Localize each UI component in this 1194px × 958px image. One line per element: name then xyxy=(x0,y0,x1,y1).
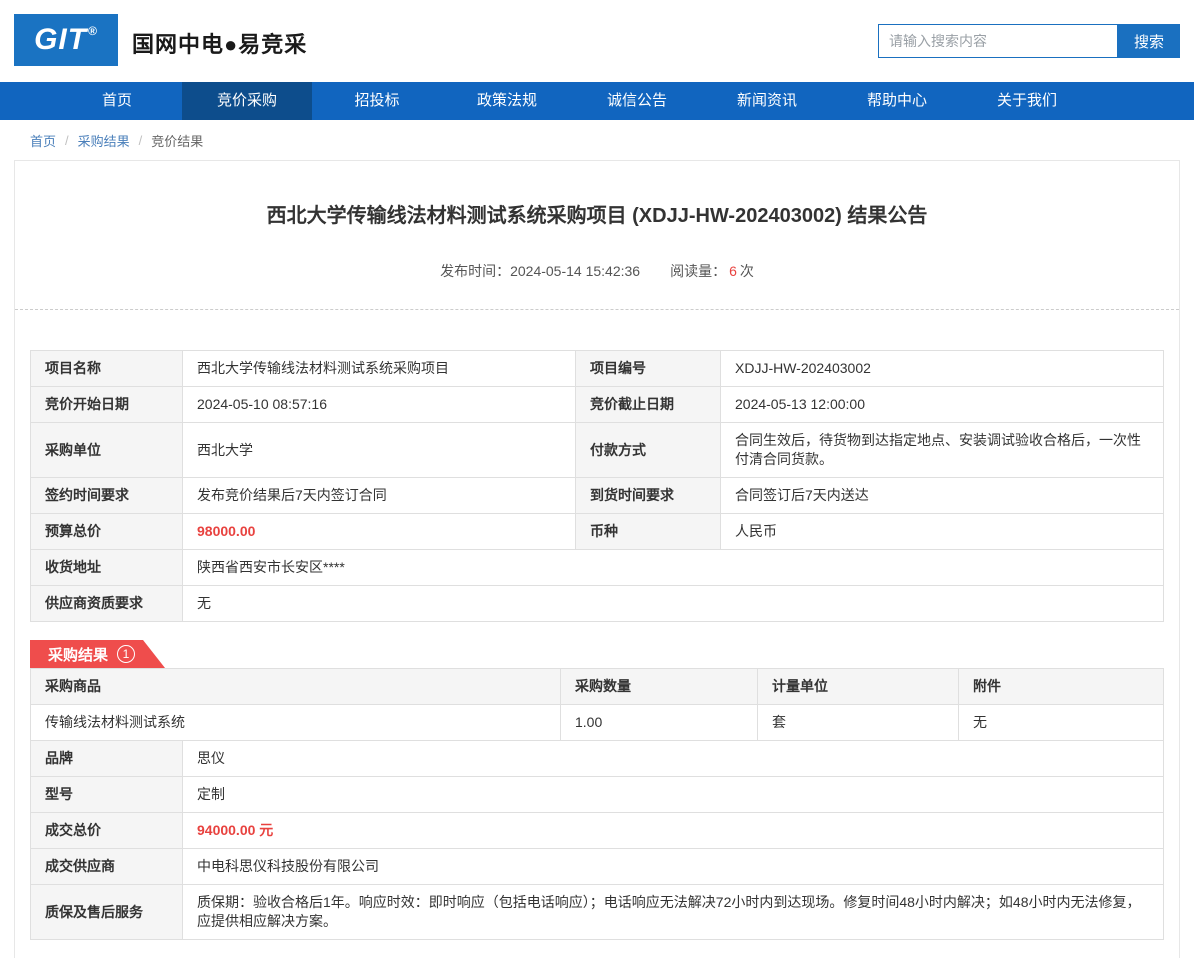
table-row: 竞价开始日期 2024-05-10 08:57:16 竞价截止日期 2024-0… xyxy=(30,386,1164,423)
project-name-value: 西北大学传输线法材料测试系统采购项目 xyxy=(182,350,576,387)
model-value: 定制 xyxy=(182,776,1164,813)
currency-label: 币种 xyxy=(575,513,721,550)
search-bar: 搜索 xyxy=(878,24,1180,58)
site-header: GIT® 国网中电●易竞采 搜索 xyxy=(0,0,1194,82)
supplier-qualification-value: 无 xyxy=(182,585,1164,622)
payment-method-label: 付款方式 xyxy=(575,422,721,478)
table-row: 品牌 思仪 xyxy=(30,740,1164,777)
search-input[interactable] xyxy=(878,24,1118,58)
warranty-label: 质保及售后服务 xyxy=(30,884,183,940)
nav-item-tender[interactable]: 招投标 xyxy=(312,82,442,120)
nav-item-integrity-notice[interactable]: 诚信公告 xyxy=(572,82,702,120)
warranty-value: 质保期：验收合格后1年。响应时效：即时响应（包括电话响应）；电话响应无法解决72… xyxy=(182,884,1164,940)
delivery-address-label: 收货地址 xyxy=(30,549,183,586)
delivery-time-value: 合同签订后7天内送达 xyxy=(720,477,1164,514)
nav-item-policy[interactable]: 政策法规 xyxy=(442,82,572,120)
result-detail-table: 品牌 思仪 型号 定制 成交总价 94000.00 元 成交供应商 中电科思仪科… xyxy=(30,740,1164,940)
table-row: 供应商资质要求 无 xyxy=(30,585,1164,622)
result-count-badge: 1 xyxy=(117,645,135,663)
nav-item-home[interactable]: 首页 xyxy=(52,82,182,120)
site-name: 国网中电●易竞采 xyxy=(132,32,308,57)
delivery-address-value: 陕西省西安市长安区**** xyxy=(182,549,1164,586)
sign-time-value: 发布竞价结果后7天内签订合同 xyxy=(182,477,576,514)
table-row: 型号 定制 xyxy=(30,776,1164,813)
publish-time-value: 2024-05-14 15:42:36 xyxy=(510,263,641,279)
budget-value: 98000.00 xyxy=(182,513,576,550)
project-code-label: 项目编号 xyxy=(575,350,721,387)
model-label: 型号 xyxy=(30,776,183,813)
table-row: 签约时间要求 发布竞价结果后7天内签订合同 到货时间要求 合同签订后7天内送达 xyxy=(30,477,1164,514)
search-button[interactable]: 搜索 xyxy=(1118,24,1180,58)
payment-method-value: 合同生效后，待货物到达指定地点、安装调试验收合格后，一次性付清合同货款。 xyxy=(720,422,1164,478)
result-product-table: 采购商品 采购数量 计量单位 附件 传输线法材料测试系统 1.00 套 无 xyxy=(30,668,1164,741)
quantity-column-header: 采购数量 xyxy=(560,668,758,705)
registered-trademark-icon: ® xyxy=(88,24,98,38)
nav-item-about-us[interactable]: 关于我们 xyxy=(962,82,1092,120)
purchaser-value: 西北大学 xyxy=(182,422,576,478)
views-label: 阅读量： xyxy=(670,263,727,279)
page-title: 西北大学传输线法材料测试系统采购项目 (XDJJ-HW-202403002) 结… xyxy=(266,205,928,227)
sign-time-label: 签约时间要求 xyxy=(30,477,183,514)
currency-value: 人民币 xyxy=(720,513,1164,550)
views-count: 6 xyxy=(729,263,737,279)
delivery-time-label: 到货时间要求 xyxy=(575,477,721,514)
project-name-label: 项目名称 xyxy=(30,350,183,387)
table-row: 质保及售后服务 质保期：验收合格后1年。响应时效：即时响应（包括电话响应）；电话… xyxy=(30,884,1164,940)
brand-label: 品牌 xyxy=(30,740,183,777)
breadcrumb-home[interactable]: 首页 xyxy=(30,131,56,150)
main-nav: 首页 竞价采购 招投标 政策法规 诚信公告 新闻资讯 帮助中心 关于我们 xyxy=(0,82,1194,120)
product-name-cell: 传输线法材料测试系统 xyxy=(30,704,561,741)
bid-end-value: 2024-05-13 12:00:00 xyxy=(720,386,1164,423)
bid-start-label: 竞价开始日期 xyxy=(30,386,183,423)
table-row: 项目名称 西北大学传输线法材料测试系统采购项目 项目编号 XDJJ-HW-202… xyxy=(30,350,1164,387)
purchase-result-badge: 采购结果 1 xyxy=(30,640,165,668)
supplier-qualification-label: 供应商资质要求 xyxy=(30,585,183,622)
announcement-card: 西北大学传输线法材料测试系统采购项目 (XDJJ-HW-202403002) 结… xyxy=(14,160,1180,958)
logo[interactable]: GIT® xyxy=(14,14,118,66)
logo-text: GIT® xyxy=(34,23,98,56)
table-row: 收货地址 陕西省西安市长安区**** xyxy=(30,549,1164,586)
breadcrumb-purchase-results[interactable]: 采购结果 xyxy=(78,131,130,150)
nav-item-bidding-purchase[interactable]: 竞价采购 xyxy=(182,82,312,120)
table-row: 采购单位 西北大学 付款方式 合同生效后，待货物到达指定地点、安装调试验收合格后… xyxy=(30,422,1164,478)
table-row: 成交供应商 中电科思仪科技股份有限公司 xyxy=(30,848,1164,885)
budget-label: 预算总价 xyxy=(30,513,183,550)
unit-cell: 套 xyxy=(757,704,959,741)
attachment-column-header: 附件 xyxy=(958,668,1164,705)
breadcrumb-current: 竞价结果 xyxy=(151,133,204,149)
unit-column-header: 计量单位 xyxy=(757,668,959,705)
purchaser-label: 采购单位 xyxy=(30,422,183,478)
dashed-divider xyxy=(15,309,1179,310)
table-row: 预算总价 98000.00 币种 人民币 xyxy=(30,513,1164,550)
bid-end-label: 竞价截止日期 xyxy=(575,386,721,423)
purchase-result-badge-label: 采购结果 xyxy=(48,646,109,664)
nav-item-help-center[interactable]: 帮助中心 xyxy=(832,82,962,120)
table-header-row: 采购商品 采购数量 计量单位 附件 xyxy=(30,668,1164,705)
breadcrumb-separator: / xyxy=(138,132,143,148)
product-column-header: 采购商品 xyxy=(30,668,561,705)
winning-supplier-label: 成交供应商 xyxy=(30,848,183,885)
publish-time-label: 发布时间： xyxy=(440,263,511,279)
project-code-value: XDJJ-HW-202403002 xyxy=(720,350,1164,387)
deal-price-label: 成交总价 xyxy=(30,812,183,849)
deal-price-value: 94000.00 元 xyxy=(182,812,1164,849)
table-row: 传输线法材料测试系统 1.00 套 无 xyxy=(30,704,1164,741)
bid-start-value: 2024-05-10 08:57:16 xyxy=(182,386,576,423)
quantity-cell: 1.00 xyxy=(560,704,758,741)
views-unit: 次 xyxy=(739,263,754,279)
winning-supplier-value: 中电科思仪科技股份有限公司 xyxy=(182,848,1164,885)
breadcrumb: 首页 / 采购结果 / 竞价结果 xyxy=(30,131,1194,149)
table-row: 成交总价 94000.00 元 xyxy=(30,812,1164,849)
attachment-cell: 无 xyxy=(958,704,1164,741)
breadcrumb-separator: / xyxy=(65,132,69,148)
project-info-table: 项目名称 西北大学传输线法材料测试系统采购项目 项目编号 XDJJ-HW-202… xyxy=(30,350,1164,622)
result-badge-row: 采购结果 1 xyxy=(30,640,1164,668)
announcement-meta: 发布时间：2024-05-14 15:42:36 阅读量： 6 次 xyxy=(30,261,1164,281)
nav-item-news[interactable]: 新闻资讯 xyxy=(702,82,832,120)
brand-value: 思仪 xyxy=(182,740,1164,777)
